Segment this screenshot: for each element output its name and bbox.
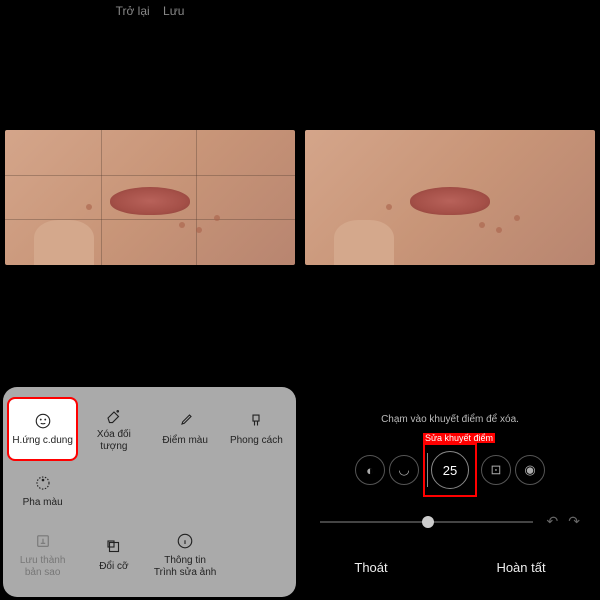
brush-size-value: 25	[443, 463, 457, 478]
tool-person[interactable]: ⊡	[481, 455, 511, 485]
tool-label: H.ứng c.dung	[12, 435, 73, 447]
face-hand	[334, 220, 394, 265]
face-hand	[34, 220, 94, 265]
save-link[interactable]: Lưu	[163, 4, 184, 18]
tool-style[interactable]: Phong cách	[223, 399, 290, 459]
photo-preview-left[interactable]	[5, 130, 295, 265]
done-button[interactable]: Hoàn tất	[496, 560, 545, 575]
exit-button[interactable]: Thoát	[354, 560, 387, 575]
smile-icon: ◡	[398, 462, 409, 478]
tool-portrait-effect[interactable]: H.ứng c.dung	[9, 399, 76, 459]
tool-contrast[interactable]: ◐	[355, 455, 385, 485]
tool-label: Phong cách	[230, 435, 283, 447]
tool-label: Lưu thành bản sao	[11, 555, 74, 579]
tool-resize[interactable]: Đổi cỡ	[80, 525, 147, 585]
save-icon	[33, 531, 53, 551]
slider-row: ↶ ↷	[320, 513, 580, 530]
header-bar: Trở lại Lưu	[0, 0, 300, 24]
tool-editor-info[interactable]: Thông tin Trình sửa ảnh	[152, 525, 219, 585]
info-icon	[175, 531, 195, 551]
slider-thumb[interactable]	[422, 516, 434, 528]
tool-erase-object[interactable]: Xóa đối tượng	[80, 399, 147, 459]
redo-button[interactable]: ↷	[568, 513, 580, 530]
face-icon	[33, 411, 53, 431]
tool-panel: H.ứng c.dung Xóa đối tượng Điểm màu	[3, 387, 296, 597]
face-lips	[410, 187, 490, 215]
intensity-slider[interactable]	[320, 521, 533, 523]
tool-label: Pha màu	[23, 497, 63, 509]
eye-icon: ◉	[524, 462, 535, 478]
tool-label: Xóa đối tượng	[82, 429, 145, 453]
photo-preview-right[interactable]	[305, 130, 595, 265]
tool-spot-color[interactable]: Điểm màu	[152, 399, 219, 459]
palette-icon	[33, 473, 53, 493]
resize-icon	[104, 537, 124, 557]
person-icon: ⊡	[491, 462, 502, 478]
brush-size-indicator[interactable]: 25	[431, 451, 469, 489]
face-lips	[110, 187, 190, 215]
hint-text: Chạm vào khuyết điểm để xóa.	[300, 414, 600, 425]
tool-smile[interactable]: ◡	[389, 455, 419, 485]
tool-label: Đổi cỡ	[99, 561, 128, 573]
retouch-toolbar: ◐ ◡ Sửa khuyết điểm 25 ⊡ ◉	[300, 443, 600, 497]
tool-eye[interactable]: ◉	[515, 455, 545, 485]
brush-size-label: Sửa khuyết điểm	[423, 433, 495, 443]
eyedropper-icon	[175, 411, 195, 431]
tool-label: Điểm màu	[162, 435, 208, 447]
tool-color-mix[interactable]: Pha màu	[9, 467, 76, 515]
eraser-icon	[104, 405, 124, 425]
back-link[interactable]: Trở lại	[116, 4, 150, 18]
tool-save-copy[interactable]: Lưu thành bản sao	[9, 525, 76, 585]
brush-icon	[246, 411, 266, 431]
undo-button[interactable]: ↶	[547, 513, 559, 530]
brush-size-highlight: Sửa khuyết điểm 25	[423, 443, 477, 497]
tool-label: Thông tin Trình sửa ảnh	[154, 555, 217, 579]
half-circle-icon: ◐	[366, 463, 374, 478]
